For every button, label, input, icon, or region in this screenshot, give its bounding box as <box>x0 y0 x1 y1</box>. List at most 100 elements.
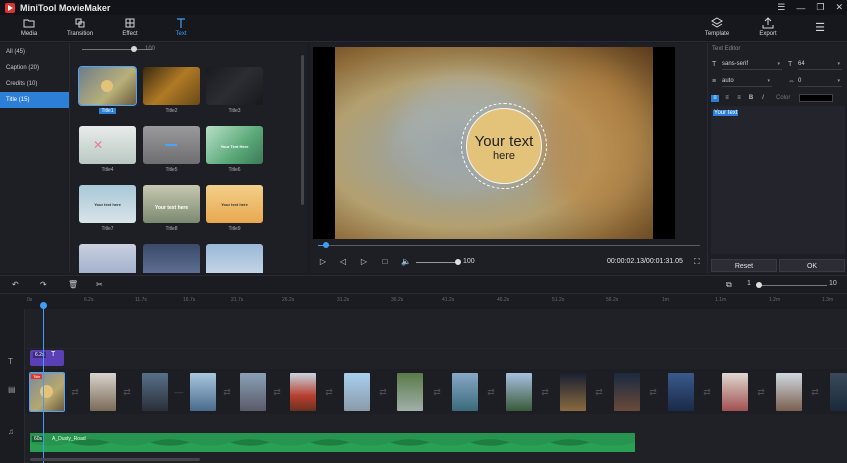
media-button[interactable]: Media <box>9 17 49 37</box>
transition-slot-icon[interactable]: ⇄ <box>270 385 284 399</box>
effect-button[interactable]: Effect <box>110 17 150 37</box>
playback-progress-knob[interactable] <box>323 242 329 248</box>
maximize-icon[interactable]: ❐ <box>816 2 824 13</box>
transition-slot-icon[interactable]: ⇄ <box>754 385 768 399</box>
undo-icon[interactable]: ↶ <box>12 280 19 289</box>
overlay-text-line1[interactable]: Your text <box>461 133 547 150</box>
audio-clip[interactable] <box>30 433 635 452</box>
video-clip[interactable] <box>722 373 748 411</box>
video-clip[interactable] <box>668 373 694 411</box>
category-caption[interactable]: Caption (20) <box>0 60 69 76</box>
title-thumb[interactable]: Your text here <box>79 185 136 223</box>
split-icon[interactable]: ✂ <box>96 280 103 289</box>
video-clip[interactable] <box>344 373 370 411</box>
title-thumb[interactable]: ✕ <box>79 126 136 164</box>
video-clip[interactable] <box>506 373 532 411</box>
font-size-select[interactable]: 64 ▾ <box>798 61 842 70</box>
fit-to-timeline-icon[interactable]: ⧉ <box>726 280 732 290</box>
title-thumb[interactable] <box>78 66 137 106</box>
align-left-button[interactable]: ≡ <box>711 95 719 102</box>
transition-slot-icon[interactable]: ⇄ <box>120 385 134 399</box>
playback-progress-track[interactable] <box>318 245 700 246</box>
align-right-button[interactable]: ≡ <box>735 95 743 102</box>
font-family-select[interactable]: sans-serif ▾ <box>722 61 782 70</box>
transition-button[interactable]: Transition <box>60 17 100 37</box>
title-thumb[interactable] <box>143 126 200 164</box>
line-spacing-select[interactable]: auto ▾ <box>722 78 772 87</box>
video-clip[interactable] <box>142 373 168 411</box>
timeline-ruler[interactable]: 0s 6.2s 11.7s 16.7s 21.7s 26.2s 31.2s 36… <box>25 295 847 309</box>
empty-track-row[interactable] <box>25 311 847 349</box>
video-clip[interactable] <box>776 373 802 411</box>
video-clip[interactable] <box>830 373 847 411</box>
playhead-handle[interactable] <box>40 302 47 309</box>
transition-slot-icon[interactable]: ⇄ <box>646 385 660 399</box>
category-all[interactable]: All (45) <box>0 44 69 60</box>
thumbnail-size-knob[interactable] <box>131 46 137 52</box>
next-frame-icon[interactable]: ▷ <box>359 257 369 267</box>
stop-icon[interactable]: □ <box>380 257 390 267</box>
video-clip[interactable] <box>190 373 216 411</box>
transition-slot-icon[interactable]: ⇄ <box>430 385 444 399</box>
reset-button[interactable]: Reset <box>711 259 777 272</box>
ruler-tick: 56.2s <box>606 297 619 303</box>
title-thumb[interactable]: Your Text Here <box>206 126 263 164</box>
template-button[interactable]: Template <box>697 17 737 37</box>
volume-knob[interactable] <box>455 259 461 265</box>
delete-icon[interactable]: 🗑 <box>68 280 78 289</box>
video-clip[interactable] <box>90 373 116 411</box>
video-canvas[interactable]: Your text here <box>335 47 653 239</box>
volume-icon[interactable]: 🔈 <box>401 257 411 267</box>
ok-button[interactable]: OK <box>779 259 845 272</box>
timeline-playhead[interactable] <box>43 303 44 463</box>
hamburger-menu-icon[interactable]: ☰ <box>800 21 840 34</box>
title-thumb[interactable] <box>79 244 136 273</box>
video-clip[interactable] <box>290 373 316 411</box>
volume-slider[interactable] <box>416 262 458 263</box>
text-content-input[interactable]: Your text <box>711 106 845 254</box>
timeline-zoom-knob[interactable] <box>756 282 762 288</box>
italic-button[interactable]: I <box>759 95 767 102</box>
title-thumb[interactable]: Your text here <box>143 185 200 223</box>
transition-slot-icon[interactable]: ⇄ <box>808 385 822 399</box>
video-clip[interactable] <box>560 373 586 411</box>
text-button[interactable]: Text <box>161 17 201 37</box>
menu-icon[interactable]: ☰ <box>777 2 785 13</box>
timeline-horizontal-scrollbar[interactable] <box>30 458 200 461</box>
transition-slot-icon[interactable]: ⇄ <box>700 385 714 399</box>
thumbnail-size-slider[interactable] <box>82 49 152 50</box>
redo-icon[interactable]: ↷ <box>40 280 47 289</box>
title-thumb[interactable] <box>206 244 263 273</box>
video-clip[interactable] <box>452 373 478 411</box>
title-thumb[interactable] <box>143 67 200 105</box>
category-title[interactable]: Title (15) <box>0 92 69 108</box>
export-button[interactable]: Export <box>748 17 788 37</box>
transition-slot-icon[interactable]: ⇄ <box>376 385 390 399</box>
letter-spacing-select[interactable]: 0 ▾ <box>798 78 842 87</box>
transition-slot-icon[interactable]: ⇄ <box>538 385 552 399</box>
title-thumb[interactable] <box>143 244 200 273</box>
video-clip[interactable] <box>397 373 423 411</box>
minimize-icon[interactable]: — <box>796 3 805 13</box>
color-picker[interactable] <box>799 94 833 102</box>
close-icon[interactable]: ✕ <box>835 2 843 13</box>
fullscreen-icon[interactable]: ⛶ <box>694 257 700 267</box>
transition-slot-icon[interactable]: ⇄ <box>220 385 234 399</box>
previous-frame-icon[interactable]: ◁ <box>338 257 348 267</box>
bold-button[interactable]: B <box>747 95 755 102</box>
video-clip[interactable] <box>240 373 266 411</box>
title-thumb[interactable]: Your text here <box>206 185 263 223</box>
category-credits[interactable]: Credits (10) <box>0 76 69 92</box>
play-icon[interactable]: ▷ <box>318 257 328 267</box>
title-thumb[interactable] <box>206 67 263 105</box>
transition-slot-icon[interactable]: — <box>172 385 186 399</box>
library-scrollbar[interactable] <box>301 55 304 205</box>
transition-slot-icon[interactable]: ⇄ <box>592 385 606 399</box>
transition-slot-icon[interactable]: ⇄ <box>68 385 82 399</box>
overlay-text-line2[interactable]: here <box>461 150 547 162</box>
timeline-zoom-slider[interactable] <box>759 285 827 286</box>
transition-slot-icon[interactable]: ⇄ <box>484 385 498 399</box>
video-clip[interactable] <box>614 373 640 411</box>
transition-slot-icon[interactable]: ⇄ <box>322 385 336 399</box>
align-center-button[interactable]: ≡ <box>723 95 731 102</box>
